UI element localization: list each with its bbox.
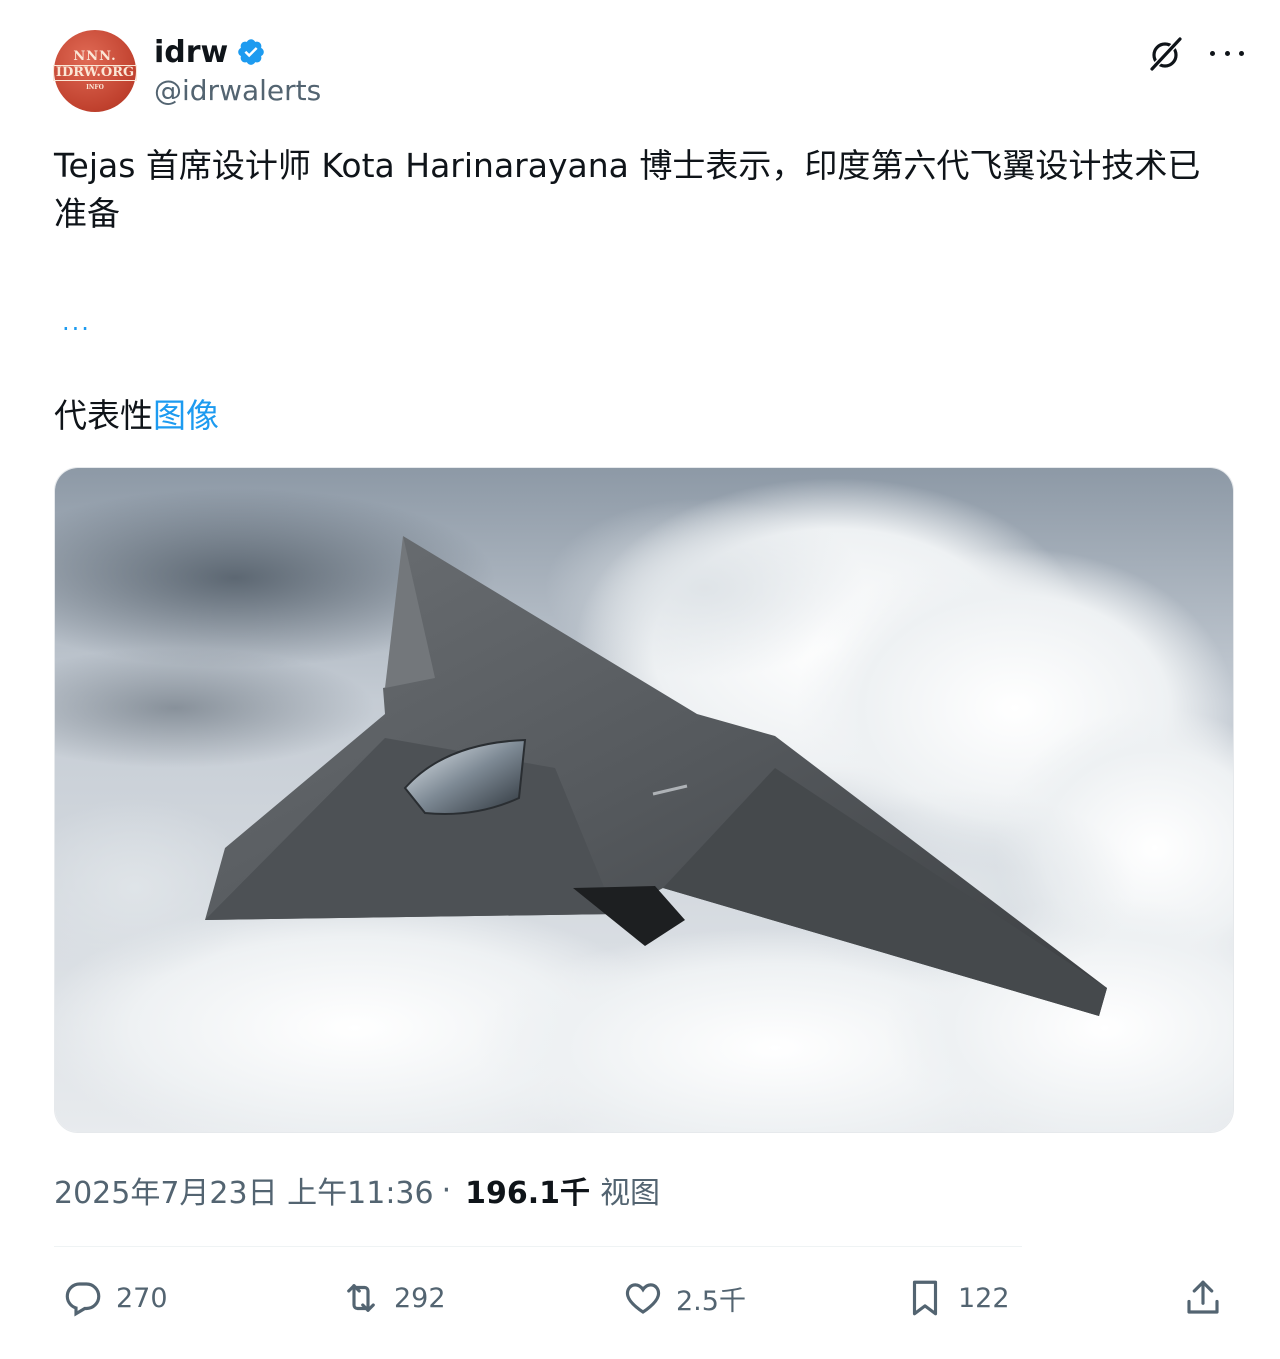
retweet-button[interactable]: 292 — [340, 1270, 446, 1326]
author-handle[interactable]: @idrwalerts — [154, 74, 321, 107]
caption-text: 代表性 — [54, 396, 153, 435]
author-display-name[interactable]: idrw — [154, 35, 228, 70]
retweet-count: 292 — [394, 1282, 446, 1314]
tweet-image[interactable] — [54, 467, 1234, 1133]
tweet-text: Tejas 首席设计师 Kota Harinarayana 博士表示，印度第六代… — [54, 146, 1201, 233]
action-bar: 270 292 2.5千 122 — [54, 1270, 1234, 1326]
retweet-icon — [347, 1284, 375, 1312]
tweet-ellipsis[interactable]: ... — [62, 308, 91, 336]
divider — [54, 1246, 1022, 1247]
author-name-row: idrw — [154, 32, 266, 72]
share-icon — [1187, 1280, 1219, 1314]
timestamp[interactable]: 2025年7月23日 上午11:36 — [54, 1168, 434, 1212]
bookmark-button[interactable]: 122 — [904, 1270, 1010, 1326]
reply-count: 270 — [116, 1282, 168, 1314]
bookmark-icon — [912, 1280, 938, 1316]
avatar[interactable]: NNN. IDRW.ORG INFO — [52, 30, 138, 112]
caption-link[interactable]: 图像 — [153, 396, 219, 435]
image-caption: 代表性图像 — [54, 392, 219, 440]
meta-separator: · — [441, 1172, 452, 1208]
reply-icon — [65, 1282, 101, 1317]
views-label: 视图 — [600, 1176, 661, 1211]
share-button[interactable] — [1182, 1270, 1224, 1326]
grok-icon[interactable] — [1146, 34, 1186, 74]
avatar-text-line1: NNN. — [73, 48, 117, 64]
like-count: 2.5千 — [676, 1285, 746, 1317]
more-icon[interactable] — [1210, 38, 1244, 68]
verified-badge-icon — [238, 39, 265, 65]
tweet-header: NNN. IDRW.ORG INFO idrw @idrwalerts — [52, 30, 1244, 114]
tweet-meta: 2025年7月23日 上午11:36 · 196.1千 视图 — [54, 1168, 660, 1212]
like-button[interactable]: 2.5千 — [622, 1270, 746, 1326]
avatar-text-line3: INFO — [86, 83, 104, 91]
heart-icon — [625, 1283, 661, 1314]
avatar-text-line2: IDRW.ORG — [52, 64, 138, 81]
bookmark-count: 122 — [958, 1282, 1010, 1314]
reply-button[interactable]: 270 — [62, 1270, 168, 1326]
views-count: 196.1千 — [465, 1176, 591, 1211]
jet-in-clouds-image — [55, 468, 1233, 1132]
